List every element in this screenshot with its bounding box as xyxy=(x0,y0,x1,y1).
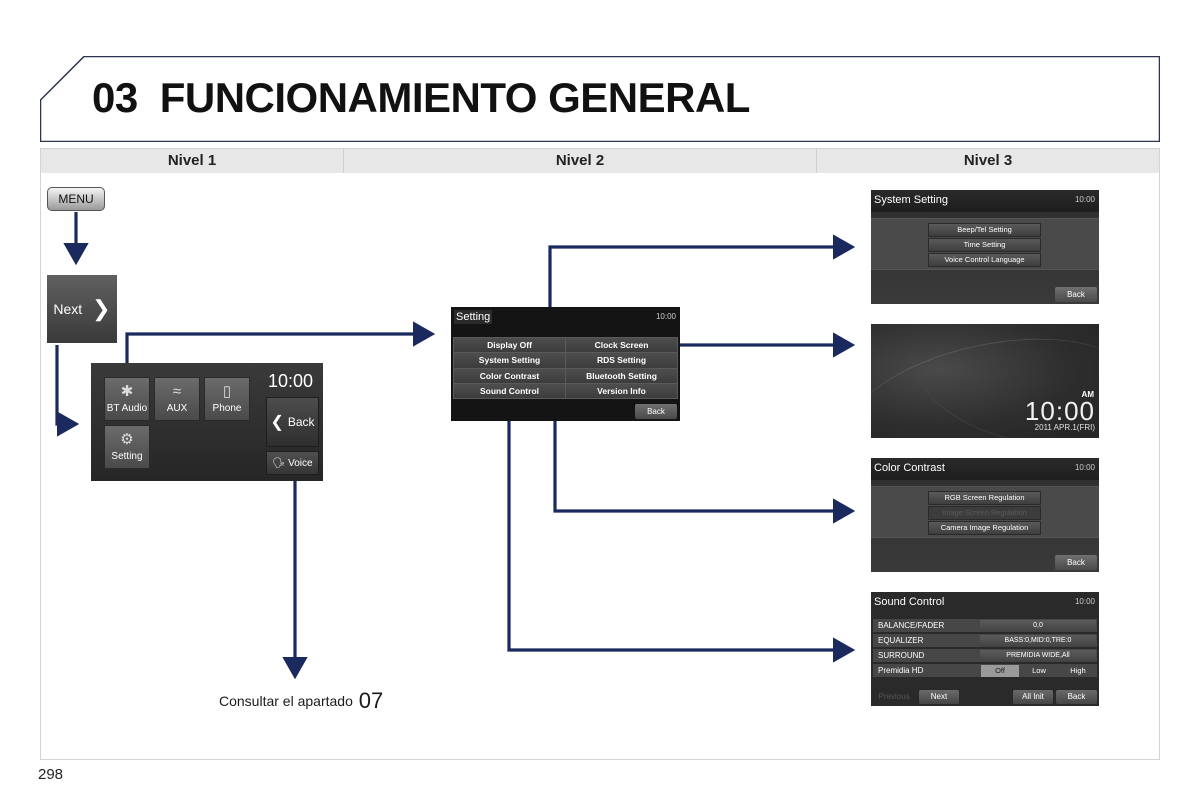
sound-row-premidia-hd: Premidia HD Off Low High xyxy=(873,664,1097,678)
option-voice-control-language[interactable]: Voice Control Language xyxy=(928,253,1041,267)
gear-icon: ⚙ xyxy=(120,431,134,448)
next-label: Next xyxy=(53,301,83,317)
tile-label: AUX xyxy=(166,403,188,414)
premidia-high-option[interactable]: High xyxy=(1059,665,1097,677)
menu-item-clock-screen[interactable]: Clock Screen xyxy=(566,338,677,353)
clock-screen: AM 10:00 2011 APR.1(FRI) xyxy=(871,324,1099,438)
level-1-header: Nivel 1 xyxy=(41,149,344,173)
consult-section-ref: 07 xyxy=(358,688,384,713)
row-key: EQUALIZER xyxy=(878,636,924,645)
voice-label: Voice xyxy=(288,457,313,469)
tile-label: Phone xyxy=(212,403,242,414)
chevron-left-icon: ❮ xyxy=(270,414,284,431)
row-value-button[interactable]: BASS:0,MID:0,TRE:0 xyxy=(980,635,1096,647)
premidia-off-option[interactable]: Off xyxy=(981,665,1019,677)
back-button[interactable]: ❮ Back xyxy=(266,397,319,447)
chevron-right-icon: ❯ xyxy=(92,296,111,321)
option-rgb-screen-regulation[interactable]: RGB Screen Regulation xyxy=(928,491,1041,505)
row-key: Premidia HD xyxy=(878,666,924,675)
voice-button[interactable]: 🗣 Voice xyxy=(266,451,319,475)
menu-item-sound-control[interactable]: Sound Control xyxy=(454,383,565,398)
page-number: 298 xyxy=(38,766,64,783)
bt-audio-tile[interactable]: ✱ BT Audio xyxy=(104,377,150,421)
screen-title: System Setting xyxy=(874,194,948,206)
tile-label: BT Audio xyxy=(106,403,148,414)
option-beep-tel-setting[interactable]: Beep/Tel Setting xyxy=(928,223,1041,237)
menu-item-color-contrast[interactable]: Color Contrast xyxy=(454,368,565,383)
clock-date: 2011 APR.1(FRI) xyxy=(1034,423,1095,432)
level-header-band: Nivel 1 Nivel 2 Nivel 3 xyxy=(41,149,1159,173)
screen-title: Color Contrast xyxy=(874,462,945,474)
setting-tile[interactable]: ⚙ Setting xyxy=(104,425,150,469)
chapter-title: FUNCIONAMIENTO GENERAL xyxy=(159,74,751,121)
screen-title: Sound Control xyxy=(874,596,945,608)
menu-item-version-info[interactable]: Version Info xyxy=(566,383,677,398)
row-key: SURROUND xyxy=(878,651,925,660)
row-key: BALANCE/FADER xyxy=(878,621,945,630)
sound-control-screen: Sound Control 10:00 BALANCE/FADER 0,0 EQ… xyxy=(871,592,1099,706)
consult-note: Consultar el apartado 07 xyxy=(219,686,384,713)
next-button[interactable]: Next ❯ xyxy=(47,275,117,343)
level-2-header: Nivel 2 xyxy=(344,149,817,173)
clock-time: 10:00 xyxy=(267,371,313,391)
all-init-button[interactable]: All Init xyxy=(1013,690,1053,704)
aux-cable-icon: ≈ xyxy=(172,383,182,400)
chapter-number: 03 xyxy=(92,74,138,121)
menu-key[interactable]: MENU xyxy=(47,187,105,211)
voice-icon: 🗣 xyxy=(272,457,286,469)
back-button[interactable]: Back xyxy=(1055,287,1097,302)
option-image-screen-regulation: Image Screen Regulation xyxy=(928,506,1041,520)
sound-row-equalizer: EQUALIZER BASS:0,MID:0,TRE:0 xyxy=(873,634,1097,648)
title-bar: Color Contrast 10:00 xyxy=(871,458,1099,480)
premidia-low-option[interactable]: Low xyxy=(1020,665,1058,677)
tile-label: Setting xyxy=(111,451,143,462)
color-contrast-screen: Color Contrast 10:00 RGB Screen Regulati… xyxy=(871,458,1099,572)
level-3-header: Nivel 3 xyxy=(963,152,1013,169)
phone-tile[interactable]: ▯ Phone xyxy=(204,377,250,421)
chapter-heading: 03 FUNCIONAMIENTO GENERAL xyxy=(92,74,750,122)
back-button[interactable]: Back xyxy=(1055,555,1097,570)
next-page-button[interactable]: Next xyxy=(919,690,959,704)
option-camera-image-regulation[interactable]: Camera Image Regulation xyxy=(928,521,1041,535)
sound-row-balance-fader: BALANCE/FADER 0,0 xyxy=(873,619,1097,633)
back-label: Back xyxy=(287,415,315,429)
chapter-banner: 03 FUNCIONAMIENTO GENERAL xyxy=(40,56,1160,142)
previous-button: Previous xyxy=(878,692,910,701)
bluetooth-icon: ✱ xyxy=(120,383,134,400)
option-time-setting[interactable]: Time Setting xyxy=(928,238,1041,252)
sound-row-surround: SURROUND PREMIDIA WIDE,All xyxy=(873,649,1097,663)
menu-item-bluetooth-setting[interactable]: Bluetooth Setting xyxy=(566,368,677,383)
aux-tile[interactable]: ≈ AUX xyxy=(154,377,200,421)
settings-menu-grid: Display Off Clock Screen System Setting … xyxy=(453,337,678,399)
phone-icon: ▯ xyxy=(222,383,232,400)
screen-time: 10:00 xyxy=(1074,463,1095,472)
title-bar: System Setting 10:00 xyxy=(871,190,1099,212)
system-setting-screen: System Setting 10:00 Beep/Tel Setting Ti… xyxy=(871,190,1099,304)
setting-screen: Setting 10:00 Display Off Clock Screen S… xyxy=(451,307,680,421)
back-button[interactable]: Back xyxy=(635,404,677,419)
menu-item-rds-setting[interactable]: RDS Setting xyxy=(566,353,677,368)
row-value-button[interactable]: 0,0 xyxy=(980,620,1096,632)
menu-item-display-off[interactable]: Display Off xyxy=(454,338,565,353)
consult-text: Consultar el apartado xyxy=(219,693,353,709)
home-screen: ✱ BT Audio ≈ AUX ▯ Phone ⚙ Setting 10:00… xyxy=(91,363,323,481)
menu-item-system-setting[interactable]: System Setting xyxy=(454,353,565,368)
back-button[interactable]: Back xyxy=(1056,690,1097,704)
screen-time: 10:00 xyxy=(655,312,676,321)
screen-time: 10:00 xyxy=(1074,195,1095,204)
screen-time: 10:00 xyxy=(1074,597,1095,606)
row-value-button[interactable]: PREMIDIA WIDE,All xyxy=(980,650,1096,662)
screen-title: Setting xyxy=(454,310,493,324)
